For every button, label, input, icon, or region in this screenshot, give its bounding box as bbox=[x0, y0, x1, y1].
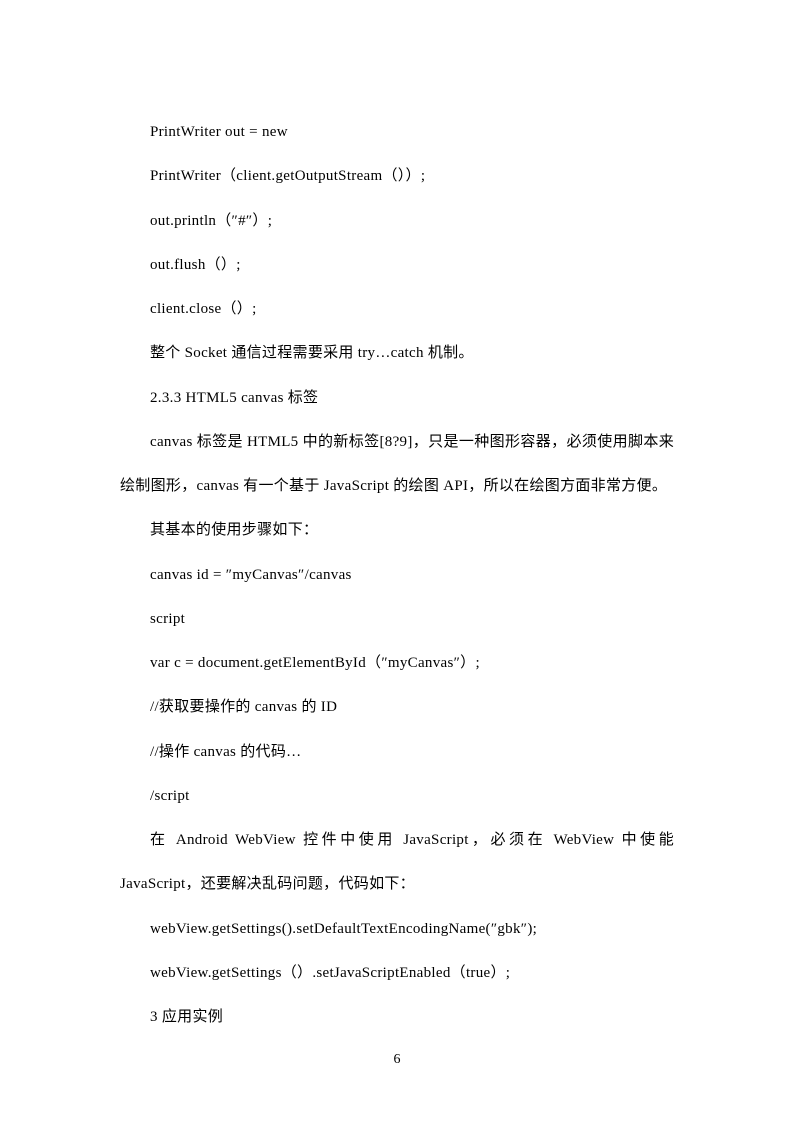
text-line: 整个 Socket 通信过程需要采用 try…catch 机制。 bbox=[120, 331, 674, 375]
document-body: PrintWriter out = newPrintWriter（client.… bbox=[120, 110, 674, 1039]
text-line: PrintWriter（client.getOutputStream（））; bbox=[120, 154, 674, 198]
page-number: 6 bbox=[0, 1052, 794, 1068]
text-line: script bbox=[120, 597, 674, 641]
text-line: /script bbox=[120, 774, 674, 818]
text-line: //获取要操作的 canvas 的 ID bbox=[120, 685, 674, 729]
text-line: var c = document.getElementById（″myCanva… bbox=[120, 641, 674, 685]
text-line: out.flush（）; bbox=[120, 243, 674, 287]
text-line: client.close（）; bbox=[120, 287, 674, 331]
text-line: canvas id = ″myCanvas″/canvas bbox=[120, 553, 674, 597]
text-line: 2.3.3 HTML5 canvas 标签 bbox=[120, 376, 674, 420]
document-page: PrintWriter out = newPrintWriter（client.… bbox=[0, 0, 794, 1123]
text-line: webView.getSettings().setDefaultTextEnco… bbox=[120, 907, 674, 951]
text-line: out.println（″#″）; bbox=[120, 199, 674, 243]
text-line: 其基本的使用步骤如下： bbox=[120, 508, 674, 552]
text-line: PrintWriter out = new bbox=[120, 110, 674, 154]
text-line: //操作 canvas 的代码… bbox=[120, 730, 674, 774]
text-line: webView.getSettings（）.setJavaScriptEnabl… bbox=[120, 951, 674, 995]
text-line: canvas 标签是 HTML5 中的新标签[8?9]，只是一种图形容器，必须使… bbox=[120, 420, 674, 509]
text-line: 在 Android WebView 控件中使用 JavaScript，必须在 W… bbox=[120, 818, 674, 907]
text-line: 3 应用实例 bbox=[120, 995, 674, 1039]
